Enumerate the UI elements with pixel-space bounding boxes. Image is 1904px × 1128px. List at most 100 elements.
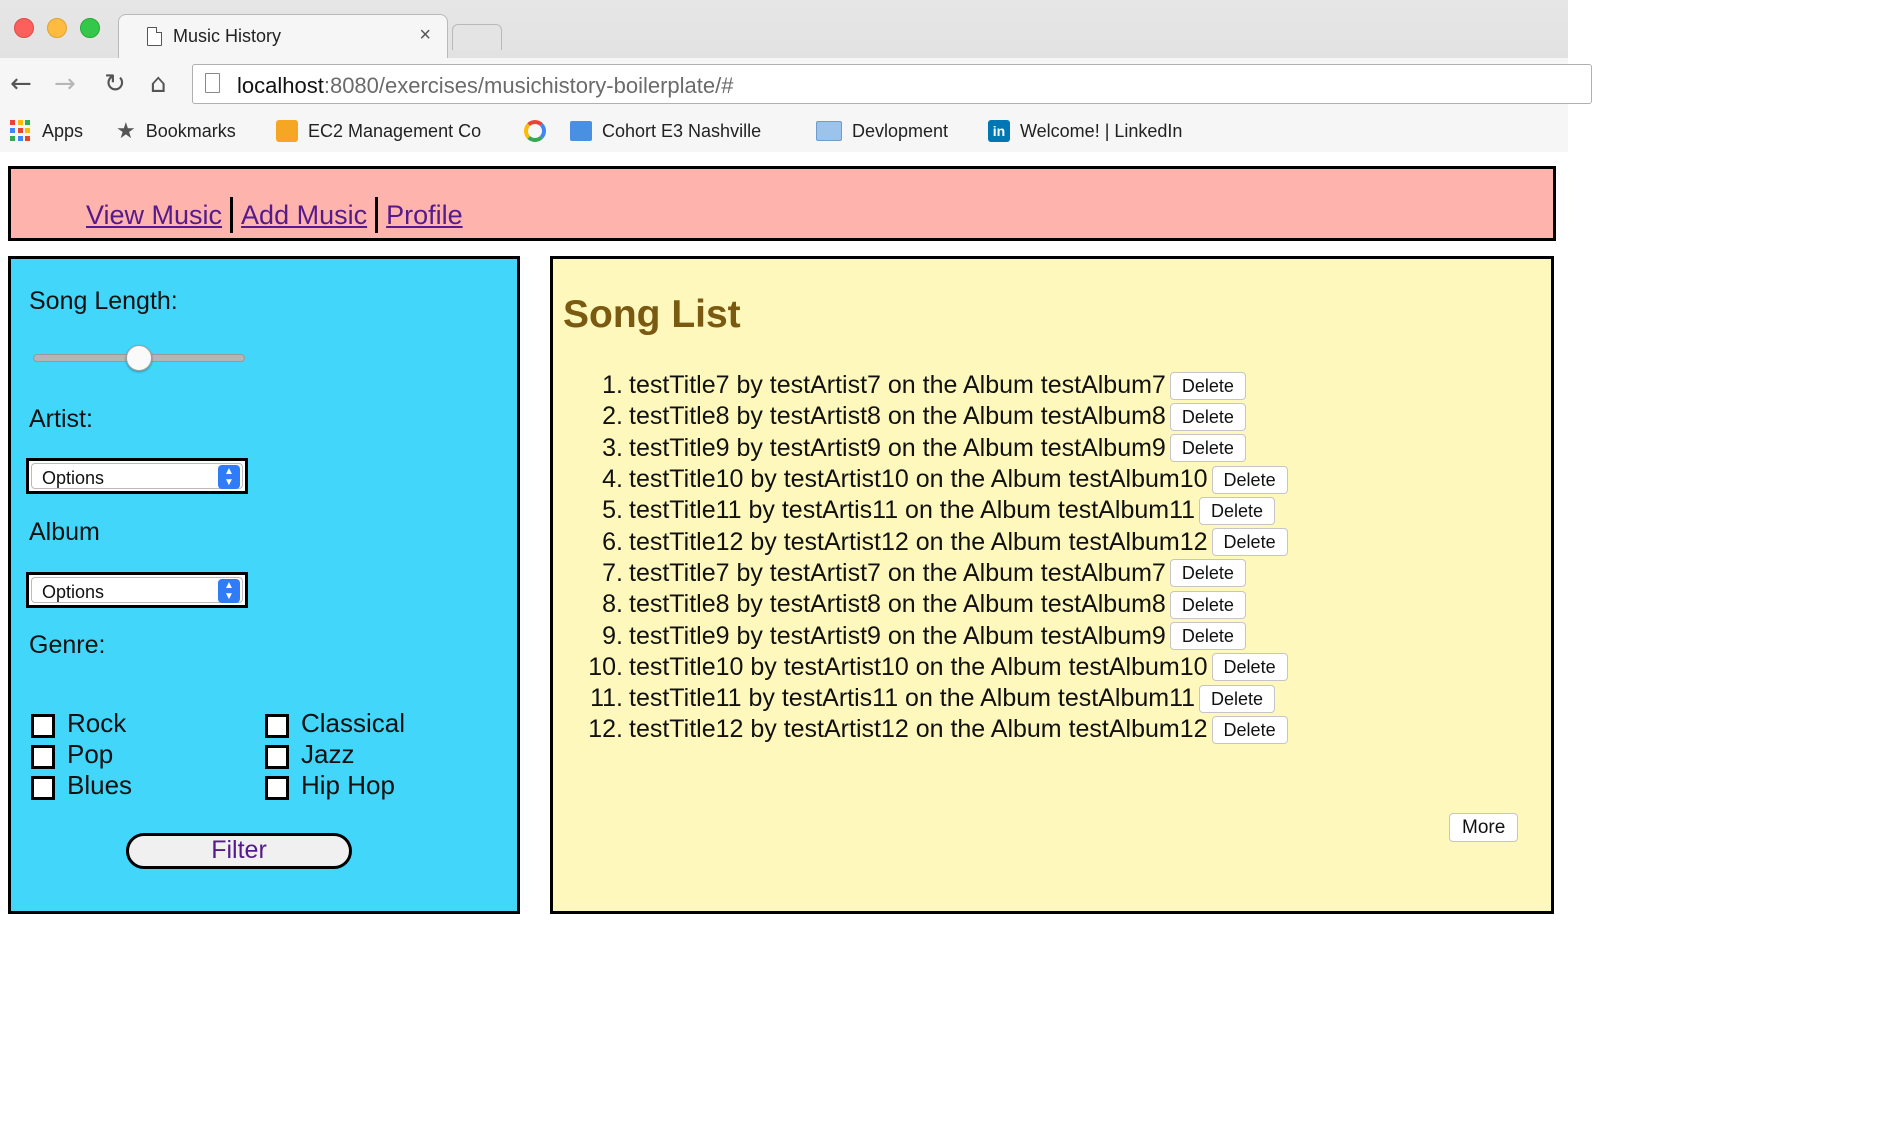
nav-divider: [375, 197, 379, 233]
song-list-item: 7. testTitle7 by testArtist7 on the Album…: [567, 558, 1467, 589]
delete-button[interactable]: Delete: [1169, 590, 1246, 619]
checkbox[interactable]: [265, 744, 289, 769]
genre-rock[interactable]: Rock: [31, 708, 265, 738]
folder-icon: [816, 121, 842, 141]
close-window-button[interactable]: [14, 18, 34, 38]
genre-blues[interactable]: Blues: [31, 770, 265, 800]
bookmark-label: Bookmarks: [145, 120, 236, 141]
album-select-value: Options: [42, 582, 105, 602]
page-title: Song List: [563, 293, 741, 336]
song-list-item: 4. testTitle10 by testArtist10 on the Alb…: [567, 464, 1467, 495]
nav-links: View Music Add Music Profile: [86, 197, 463, 233]
delete-button[interactable]: Delete: [1211, 653, 1288, 682]
tab-title: Music History: [173, 26, 282, 46]
song-number: 4.: [602, 465, 623, 494]
document-icon: [147, 27, 162, 46]
song-number: 11.: [590, 684, 623, 713]
song-text: testTitle10 by testArtist10 on the Album…: [629, 652, 1208, 681]
url-host: localhost: [237, 73, 324, 98]
bookmark-label: Cohort E3 Nashville: [602, 120, 762, 141]
nav-divider: [230, 197, 234, 233]
checkbox[interactable]: [265, 775, 289, 800]
genre-jazz[interactable]: Jazz: [265, 739, 451, 769]
delete-button[interactable]: Delete: [1169, 371, 1246, 400]
delete-button[interactable]: Delete: [1169, 559, 1246, 588]
forward-arrow-icon[interactable]: →: [54, 70, 76, 98]
delete-button[interactable]: Delete: [1169, 402, 1246, 431]
back-arrow-icon[interactable]: ←: [10, 70, 32, 98]
bookmark-bookmarks[interactable]: ★ Bookmarks: [116, 118, 236, 144]
song-length-slider-thumb[interactable]: [126, 345, 152, 371]
bookmark-google[interactable]: [524, 119, 556, 143]
bookmark-apps[interactable]: Apps: [10, 119, 83, 143]
genre-label-text: Blues: [67, 770, 133, 800]
home-icon[interactable]: ⌂: [150, 70, 167, 98]
close-icon[interactable]: ×: [419, 24, 431, 46]
nav-link-view-music[interactable]: View Music: [86, 200, 222, 231]
artist-select[interactable]: Options ▲ ▼: [26, 458, 248, 494]
checkbox[interactable]: [31, 775, 55, 800]
genre-label-text: Classical: [301, 708, 406, 738]
minimize-window-button[interactable]: [47, 18, 67, 38]
linkedin-icon: in: [988, 120, 1010, 142]
genre-classical[interactable]: Classical: [265, 708, 451, 738]
top-nav: View Music Add Music Profile: [8, 166, 1556, 241]
new-tab-button[interactable]: [452, 24, 502, 50]
nav-link-profile[interactable]: Profile: [386, 200, 463, 231]
classroom-icon: [570, 121, 592, 141]
bookmark-ec2[interactable]: EC2 Management Co: [276, 119, 481, 143]
bookmark-label: Apps: [42, 120, 84, 141]
song-text: testTitle7 by testArtist7 on the Album t…: [629, 558, 1166, 587]
browser-toolbar: ← → ↻ ⌂ localhost:8080/exercises/musichi…: [0, 58, 1592, 110]
song-text: testTitle7 by testArtist7 on the Album t…: [629, 371, 1166, 400]
filter-button[interactable]: Filter: [126, 833, 352, 869]
checkbox[interactable]: [31, 713, 55, 738]
delete-button[interactable]: Delete: [1169, 434, 1246, 463]
page-info-icon[interactable]: [205, 73, 220, 93]
bookmark-devlopment[interactable]: Devlopment: [816, 119, 948, 143]
star-icon: ★: [116, 118, 136, 144]
bookmark-linkedin[interactable]: in Welcome! | LinkedIn: [988, 119, 1182, 143]
song-number: 9.: [602, 621, 623, 650]
checkbox[interactable]: [31, 744, 55, 769]
google-icon: [524, 120, 546, 142]
song-text: testTitle10 by testArtist10 on the Album…: [629, 465, 1208, 494]
reload-icon[interactable]: ↻: [104, 70, 126, 98]
browser-chrome: Music History × ← → ↻ ⌂ localhost:8080/e…: [0, 0, 1592, 152]
checkbox[interactable]: [265, 713, 289, 738]
delete-button[interactable]: Delete: [1199, 684, 1276, 713]
song-number: 1.: [602, 371, 623, 400]
song-number: 5.: [602, 496, 623, 525]
filter-sidebar: Song Length: Artist: Options ▲ ▼ Album Op…: [8, 256, 520, 914]
song-text: testTitle9 by testArtist9 on the Album t…: [629, 621, 1166, 650]
url-text[interactable]: localhost:8080/exercises/musichistory-bo…: [237, 73, 733, 99]
genre-label-text: Pop: [67, 739, 114, 769]
maximize-window-button[interactable]: [80, 18, 100, 38]
album-select[interactable]: Options ▲ ▼: [26, 572, 248, 608]
delete-button[interactable]: Delete: [1211, 465, 1288, 494]
tab-music-history[interactable]: Music History ×: [118, 14, 448, 58]
song-text: testTitle8 by testArtist8 on the Album t…: [629, 402, 1166, 431]
song-number: 3.: [602, 433, 623, 462]
song-list-item: 6. testTitle12 by testArtist12 on the Alb…: [567, 526, 1467, 557]
song-text: testTitle9 by testArtist9 on the Album t…: [629, 433, 1166, 462]
aws-cube-icon: [276, 120, 298, 142]
genre-label-text: Rock: [67, 708, 127, 738]
delete-button[interactable]: Delete: [1211, 715, 1288, 744]
delete-button[interactable]: Delete: [1199, 496, 1276, 525]
bookmark-cohort[interactable]: Cohort E3 Nashville: [570, 119, 761, 143]
more-button[interactable]: More: [1449, 813, 1519, 842]
song-list-item: 8. testTitle8 by testArtist8 on the Album…: [567, 589, 1467, 620]
delete-button[interactable]: Delete: [1211, 528, 1288, 557]
nav-link-add-music[interactable]: Add Music: [241, 200, 367, 231]
song-list-panel: Song List 1. testTitle7 by testArtist7 on…: [550, 256, 1554, 914]
song-list-item: 12. testTitle12 by testArtist12 on the Al…: [567, 714, 1467, 745]
address-bar[interactable]: localhost:8080/exercises/musichistory-bo…: [192, 64, 1592, 104]
song-length-label: Song Length:: [29, 287, 178, 315]
song-number: 10.: [588, 652, 623, 681]
delete-button[interactable]: Delete: [1169, 622, 1246, 651]
genre-hip-hop[interactable]: Hip Hop: [265, 770, 451, 800]
genre-pop[interactable]: Pop: [31, 739, 265, 769]
bookmark-label: Welcome! | LinkedIn: [1020, 120, 1183, 141]
song-number: 12.: [588, 715, 623, 744]
